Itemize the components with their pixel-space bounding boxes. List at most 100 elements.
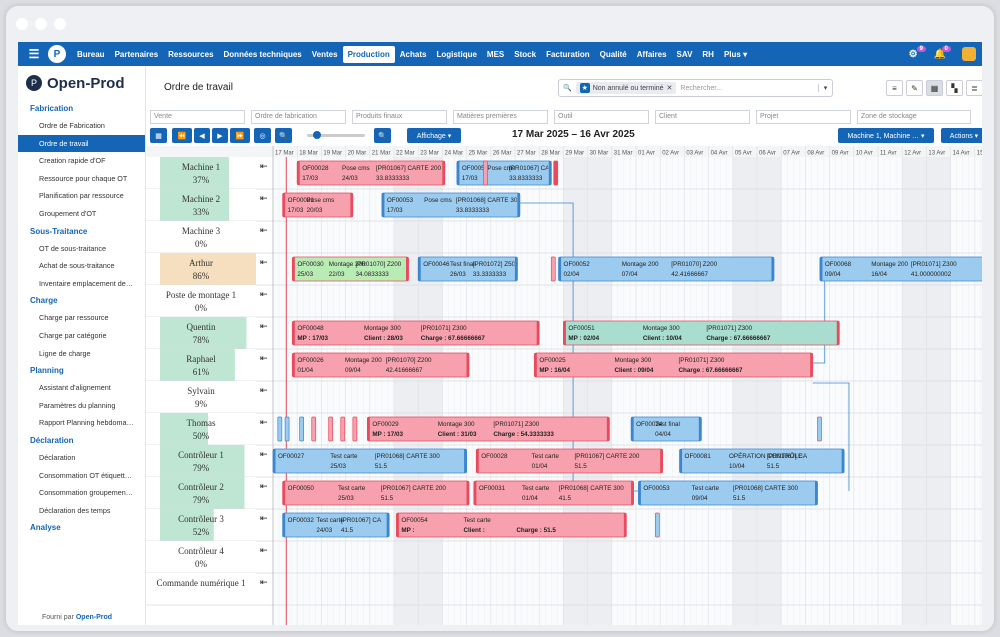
work-order-bar[interactable]: OF00046 Test final[PR01072] Z500 26/03 33.3… [417, 256, 519, 282]
nav-item-achats[interactable]: Achats [395, 46, 432, 63]
sidebar-section-fabrication[interactable]: Fabrication [18, 100, 145, 117]
collapse-icon[interactable]: ⇤ [260, 162, 268, 172]
remove-filter-icon[interactable]: ✕ [667, 84, 673, 92]
nav-item-production[interactable]: Production [342, 45, 395, 63]
collapse-icon[interactable]: ⇤ [260, 482, 268, 492]
work-order-bar[interactable]: OF00051 Montage 300 [PR01071] Z300 MP : 02/… [562, 320, 840, 346]
work-order-bar-body[interactable] [366, 416, 610, 442]
sidebar-section-analyse[interactable]: Analyse [18, 519, 145, 536]
resource-name[interactable]: Machine 1 [182, 162, 220, 172]
avatar[interactable] [962, 47, 976, 61]
window-dot-3[interactable] [54, 18, 66, 30]
marker-bar[interactable] [277, 416, 283, 442]
sidebar-item-declaration[interactable]: Déclaration [18, 449, 145, 467]
affichage-dropdown[interactable]: Affichage ▾ [407, 128, 461, 143]
resource-name[interactable]: Contrôleur 1 [178, 450, 224, 460]
sidebar-item-consommation-ot-etiquett[interactable]: Consommation OT étiquett… [18, 467, 145, 485]
work-order-bar[interactable]: OF00053 Test carte [PR01068] CARTE 300 09/0… [638, 480, 818, 506]
work-order-bar[interactable]: OF00081 OPÉRATION CONTRÔLE[PR01067] CA10/… [679, 448, 845, 474]
sidebar-item-ressource-pour-chaque-ot[interactable]: Ressource pour chaque OT [18, 170, 145, 188]
marker-bar[interactable] [284, 416, 290, 442]
zoom-slider-handle[interactable] [313, 131, 321, 139]
window-dot-1[interactable] [16, 18, 28, 30]
nav-item-donnees-techniques[interactable]: Données techniques [219, 46, 307, 63]
filter-outil[interactable]: Outil [554, 110, 649, 124]
work-order-bar-body[interactable] [533, 352, 814, 378]
sidebar-item-charge-par-categorie[interactable]: Charge par catégorie [18, 327, 145, 345]
marker-bar[interactable] [483, 160, 488, 186]
sidebar-item-ot-de-sous-traitance[interactable]: OT de sous-traitance [18, 240, 145, 258]
collapse-icon[interactable]: ⇤ [260, 226, 268, 236]
sidebar-section-planning[interactable]: Planning [18, 362, 145, 379]
collapse-icon[interactable]: ⇤ [260, 386, 268, 396]
sidebar-item-achat-de-sous-traitance[interactable]: Achat de sous-traitance [18, 257, 145, 275]
sidebar-item-parametres-du-planning[interactable]: Paramètres du planning [18, 397, 145, 415]
work-order-bar[interactable]: OF00024Test final04/04 [630, 416, 702, 442]
nav-item-bureau[interactable]: Bureau [72, 46, 110, 63]
work-order-bar[interactable]: OF00031Pose cms17/03 20/03 [282, 192, 354, 218]
work-order-bar[interactable]: OF00054 Test carte MP : Client : Charge : 51… [396, 512, 627, 538]
resource-name[interactable]: Contrôleur 3 [178, 514, 224, 524]
marker-bar[interactable] [352, 416, 358, 442]
sidebar-item-groupement-d-ot[interactable]: Groupement d'OT [18, 205, 145, 223]
sidebar-item-ordre-de-fabrication[interactable]: Ordre de Fabrication [18, 117, 145, 135]
zoom-slider[interactable] [307, 131, 365, 139]
work-order-bar[interactable]: OF00027 Test carte [PR01068] CARTE 300 25/0… [272, 448, 468, 474]
work-order-bar-body[interactable] [396, 512, 627, 538]
filter-ordre-de-fabrication[interactable]: Ordre de fabrication [251, 110, 346, 124]
sidebar-item-planification-par-ressource[interactable]: Planification par ressource [18, 187, 145, 205]
fast-forward-icon[interactable]: ⏩ [230, 128, 250, 143]
nav-item-affaires[interactable]: Affaires [632, 46, 672, 63]
nav-item-qualite[interactable]: Qualité [595, 46, 632, 63]
filter-produits-finaux[interactable]: Produits finaux [352, 110, 447, 124]
sidebar-item-declaration-des-temps[interactable]: Déclaration des temps [18, 502, 145, 520]
resource-name[interactable]: Poste de montage 1 [166, 290, 236, 300]
work-order-bar[interactable]: OF00025 Montage 300 [PR01071] Z300 MP : 16/… [533, 352, 814, 378]
sidebar-item-inventaire-emplacement-de[interactable]: Inventaire emplacement de… [18, 275, 145, 293]
resource-name[interactable]: Contrôleur 4 [178, 546, 224, 556]
search-input[interactable]: Rechercher... [680, 85, 722, 92]
work-order-bar[interactable]: OF00068 Montage 200 [PR01071] Z300 09/04 16/… [819, 256, 982, 282]
zoom-in-icon[interactable]: 🔍 [374, 128, 391, 143]
work-order-bar[interactable]: OF00052 Montage 200 [PR01070] Z200 02/04 07/… [558, 256, 775, 282]
marker-bar[interactable] [550, 256, 556, 282]
collapse-icon[interactable]: ⇤ [260, 418, 268, 428]
work-order-bar[interactable]: OF00050 Test carte [PR01067] CARTE 200 25/0… [282, 480, 470, 506]
resource-name[interactable]: Machine 2 [182, 194, 220, 204]
more-view-icon[interactable]: ≣ [966, 80, 982, 96]
filter-vente[interactable]: Vente [150, 110, 245, 124]
collapse-icon[interactable]: ⇤ [260, 322, 268, 332]
settings-icon[interactable]: ⚙ 9 [909, 45, 926, 60]
filter-tag[interactable]: ★ Non annulé ou terminé ✕ [575, 82, 677, 94]
nav-item-sav[interactable]: SAV [672, 46, 698, 63]
actions-dropdown[interactable]: Actions ▾ [941, 128, 982, 143]
collapse-icon[interactable]: ⇤ [260, 194, 268, 204]
sidebar-item-charge-par-ressource[interactable]: Charge par ressource [18, 309, 145, 327]
nav-item-stock[interactable]: Stock [509, 46, 541, 63]
marker-bar[interactable] [340, 416, 346, 442]
work-order-bar-body[interactable] [291, 320, 540, 346]
app-logo-icon[interactable]: P [48, 45, 66, 63]
work-order-bar-body[interactable] [562, 320, 840, 346]
gantt-view-icon[interactable]: ▚ [946, 80, 963, 96]
filter-client[interactable]: Client [655, 110, 750, 124]
sidebar-item-consommation-groupemen[interactable]: Consommation groupemen… [18, 484, 145, 502]
sidebar-item-assistant-d-alignement[interactable]: Assistant d'alignement [18, 379, 145, 397]
search-bar[interactable]: 🔍 ★ Non annulé ou terminé ✕ Rechercher... … [558, 79, 833, 97]
next-icon[interactable]: ▶ [212, 128, 228, 143]
calendar-view-icon[interactable]: ▦ [926, 80, 943, 96]
filter-projet[interactable]: Projet [756, 110, 851, 124]
resource-name[interactable]: Raphael [186, 354, 216, 364]
footer-brand-link[interactable]: Open-Prod [76, 614, 112, 621]
nav-item-rh[interactable]: RH [697, 46, 719, 63]
collapse-icon[interactable]: ⇤ [260, 354, 268, 364]
resource-name[interactable]: Quentin [187, 322, 216, 332]
resource-name[interactable]: Contrôleur 2 [178, 482, 224, 492]
search-options-chevron-down-icon[interactable]: ▾ [818, 84, 832, 92]
nav-item-ressources[interactable]: Ressources [163, 46, 218, 63]
sidebar-item-ordre-de-travail[interactable]: Ordre de travail [18, 134, 145, 153]
sidebar-section-charge[interactable]: Charge [18, 292, 145, 309]
resource-name[interactable]: Machine 3 [182, 226, 221, 236]
zoom-out-icon[interactable]: 🔍 [275, 128, 292, 143]
edit-view-icon[interactable]: ✎ [906, 80, 923, 96]
